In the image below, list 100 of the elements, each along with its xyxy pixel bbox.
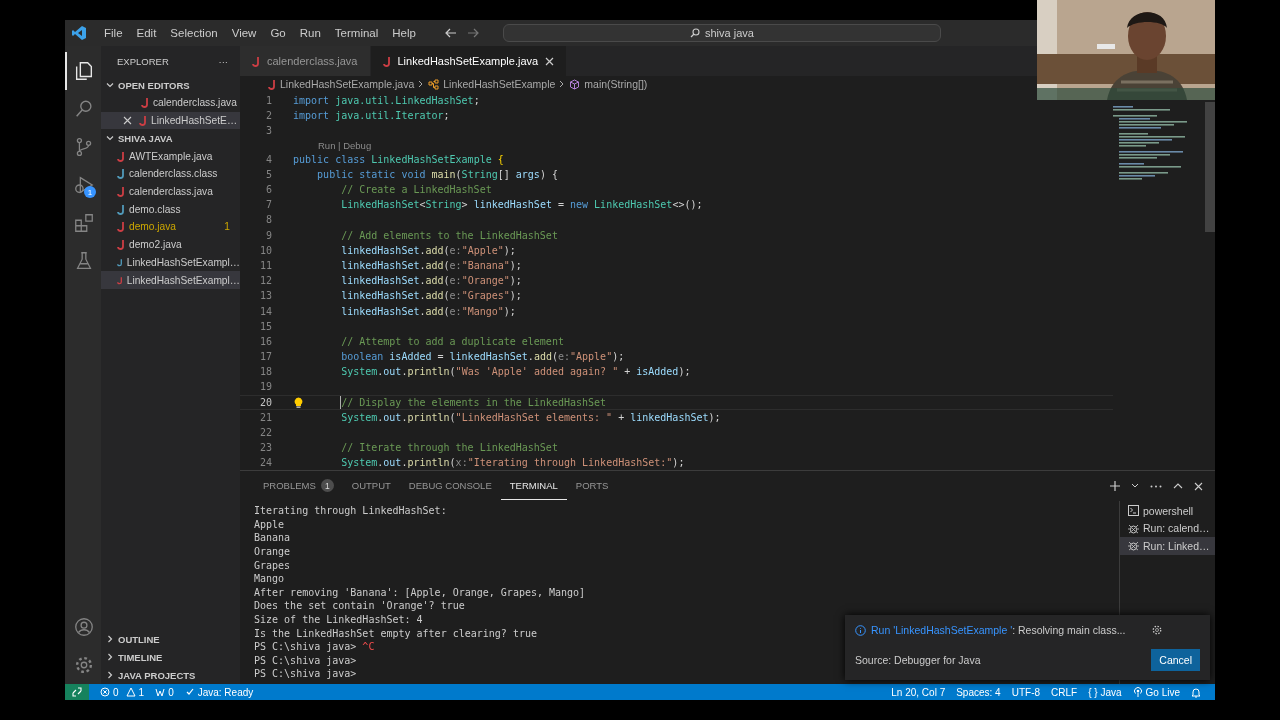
chevron-right-icon [559, 80, 566, 88]
java-file-icon [141, 97, 149, 109]
editor-tab[interactable]: calenderclass.java [240, 46, 371, 76]
line-number: 15 [258, 320, 272, 332]
code-line: import java.util.Iterator; [293, 110, 450, 122]
breadcrumb-item[interactable]: LinkedHashSetExample.java [280, 78, 415, 90]
menu-item[interactable]: Terminal [327, 27, 386, 39]
account-icon [73, 616, 95, 638]
broadcast-icon [1132, 687, 1143, 697]
line-number: 16 [258, 335, 272, 347]
terminal-list-item[interactable]: Run: calend… [1120, 519, 1215, 537]
remote-icon [72, 687, 82, 697]
warning-icon [125, 687, 136, 697]
menu-item[interactable]: File [97, 27, 130, 39]
panel-tab[interactable]: DEBUG CONSOLE [399, 471, 501, 501]
terminal-list-item[interactable]: Run: Linked… [1120, 537, 1215, 555]
explorer-entry[interactable]: LinkedHashSetExampl… [101, 253, 240, 272]
class-file-icon [117, 256, 123, 268]
menu-item[interactable]: Help [385, 27, 423, 39]
panel-tab[interactable]: PORTS [566, 471, 618, 501]
chevron-up-icon[interactable] [1173, 483, 1183, 489]
line-number: 21 [258, 411, 272, 423]
open-editor-item[interactable]: LinkedHashSetE… [101, 111, 240, 130]
code-line: System.out.println("Was 'Apple' added again? " + isAdded); [341, 366, 691, 378]
settings-icon[interactable] [1151, 624, 1164, 637]
terminal-output: Mango [254, 573, 285, 585]
close-icon[interactable] [1194, 481, 1203, 491]
menu-item[interactable]: Selection [163, 27, 225, 39]
plus-icon[interactable] [1110, 481, 1120, 491]
notification-source: Source: Debugger for Java [855, 653, 982, 666]
check-icon [184, 687, 195, 697]
go-live-button[interactable]: Go Live [1132, 686, 1180, 698]
breadcrumb-item[interactable]: main(String[]) [584, 78, 648, 90]
search-field[interactable]: shiva java [502, 24, 941, 42]
back-arrow-icon[interactable] [444, 28, 457, 38]
menu-item[interactable]: View [224, 27, 264, 39]
cancel-button[interactable]: Cancel [1151, 648, 1200, 671]
section-header[interactable]: OUTLINE [118, 633, 160, 645]
explorer-entry[interactable]: demo.java 1 [101, 218, 240, 236]
remote-button[interactable] [65, 684, 89, 700]
chevron-down-icon[interactable] [1131, 483, 1139, 489]
class-file-icon [117, 168, 125, 180]
lightbulb-icon[interactable] [294, 396, 303, 408]
breadcrumb-item[interactable]: LinkedHashSetExample [443, 78, 556, 90]
line-number: 11 [258, 259, 272, 271]
language-status[interactable]: { } Java [1088, 686, 1122, 698]
sidebar-title: EXPLORER [117, 55, 169, 67]
terminal-output: Iterating through LinkedHashSet: [254, 505, 447, 517]
explorer-entry[interactable]: demo.class [101, 200, 240, 219]
line-number: 6 [264, 184, 272, 196]
scrollbar-thumb[interactable] [1205, 102, 1215, 232]
encoding-status[interactable]: UTF-8 [1011, 686, 1041, 698]
forward-arrow-icon[interactable] [466, 28, 479, 38]
explorer-entry[interactable]: calenderclass.java [101, 182, 240, 201]
java-file-icon [117, 186, 125, 198]
code-lens[interactable]: Run | Debug [318, 139, 372, 151]
section-header[interactable]: OPEN EDITORS [118, 79, 190, 91]
cursor-position[interactable]: Ln 20, Col 7 [891, 686, 946, 698]
explorer-entry[interactable]: calenderclass.class [101, 165, 240, 183]
line-number: 1 [264, 95, 272, 107]
badge: 1 [84, 186, 96, 198]
line-number: 14 [258, 305, 272, 317]
line-number: 17 [258, 351, 272, 363]
line-number: 5 [264, 168, 272, 180]
menu-item[interactable]: Go [263, 27, 293, 39]
line-ending-status[interactable]: CRLF [1051, 686, 1078, 698]
java-file-icon [117, 239, 125, 251]
code-line: linkedHashSet.add(e:"Banana"); [341, 259, 522, 271]
ports-status[interactable]: 0 [155, 686, 174, 698]
menu-item[interactable]: Run [292, 27, 328, 39]
problems-status[interactable]: 0 1 [100, 686, 145, 698]
editor-tab[interactable]: LinkedHashSetExample.java [370, 46, 568, 76]
chevron-down-icon[interactable] [105, 80, 115, 90]
line-number: 20 [258, 396, 272, 408]
section-header[interactable]: TIMELINE [118, 651, 163, 663]
java-status[interactable]: Java: Ready [184, 686, 254, 698]
indentation-status[interactable]: Spaces: 4 [956, 686, 1001, 698]
bell-icon[interactable] [1191, 686, 1201, 698]
panel-tab[interactable]: TERMINAL [500, 471, 567, 501]
panel-tab[interactable]: OUTPUT [342, 471, 400, 501]
section-header[interactable]: SHIVA JAVA [118, 132, 173, 144]
terminal-output: Apple [254, 518, 285, 530]
more-icon[interactable] [1150, 484, 1162, 488]
explorer-entry[interactable]: LinkedHashSetExampl… [101, 271, 240, 289]
explorer-entry[interactable]: AWTExample.java [101, 147, 240, 166]
panel-tab[interactable]: PROBLEMS 1 [254, 471, 343, 501]
files-icon [73, 60, 95, 82]
terminal-list-item[interactable]: powershell [1120, 502, 1215, 520]
explorer-entry[interactable]: demo2.java [101, 235, 240, 254]
section-header[interactable]: JAVA PROJECTS [118, 669, 196, 681]
java-file-icon [268, 78, 276, 90]
more-actions-button[interactable]: ··· [218, 55, 228, 67]
code-line: System.out.println("LinkedHashSet elements: " + linkedHashSet); [341, 411, 721, 423]
line-number: 19 [258, 381, 272, 393]
menu-item[interactable]: Edit [129, 27, 164, 39]
open-editor-item[interactable]: calenderclass.java [101, 94, 240, 112]
line-number: 4 [264, 153, 272, 165]
close-icon[interactable] [123, 116, 132, 126]
extensions-icon [73, 212, 95, 234]
close-icon[interactable] [545, 56, 555, 66]
